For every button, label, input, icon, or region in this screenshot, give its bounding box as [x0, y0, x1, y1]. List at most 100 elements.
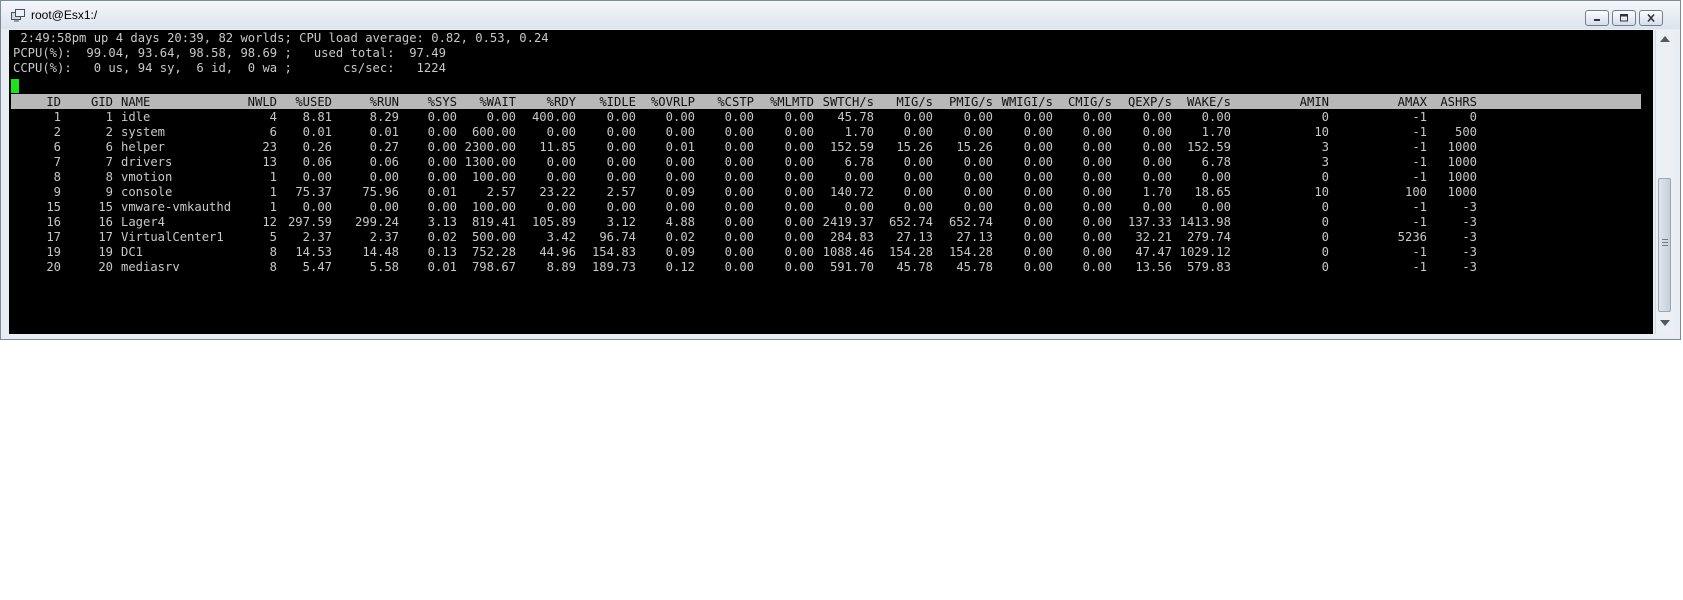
column-header-nwld: NWLD — [247, 95, 277, 109]
cell-wake-s: 1413.98 — [1179, 215, 1231, 229]
cell-id: 8 — [53, 170, 61, 184]
cell-ashrs: -3 — [1462, 245, 1477, 259]
cell-pct-run: 0.00 — [369, 170, 399, 184]
cell-amin: 10 — [1314, 185, 1329, 199]
cell-amin: 0 — [1321, 230, 1329, 244]
cell-pct-mlmtd: 0.00 — [784, 215, 814, 229]
cell-pct-wait: 2.57 — [486, 185, 516, 199]
cell-cmig-s: 0.00 — [1082, 170, 1112, 184]
cell-pct-idle: 0.00 — [606, 110, 636, 124]
cell-name: Lager4 — [121, 215, 166, 229]
column-header-pct-rdy: %RDY — [546, 95, 576, 109]
cell-pct-used: 0.06 — [302, 155, 332, 169]
cell-qexp-s: 1.70 — [1142, 185, 1172, 199]
table-row: 6 6 helper 23 0.26 0.27 0.00 2300.00 11.85 0.00 0.… — [9, 139, 1649, 155]
cell-pct-mlmtd: 0.00 — [784, 140, 814, 154]
maximize-button[interactable] — [1612, 10, 1636, 26]
scroll-up-arrow-icon[interactable] — [1660, 36, 1670, 42]
cell-amin: 3 — [1321, 140, 1329, 154]
cell-swtch-s: 0.00 — [844, 170, 874, 184]
cell-gid: 17 — [98, 230, 113, 244]
cell-pct-cstp: 0.00 — [724, 110, 754, 124]
table-row: 20 20 mediasrv 8 5.47 5.58 0.01 798.67 8.89 189.7… — [9, 259, 1649, 275]
cell-wmigi-s: 0.00 — [1023, 245, 1053, 259]
cell-swtch-s: 140.72 — [829, 185, 874, 199]
cell-wmigi-s: 0.00 — [1023, 125, 1053, 139]
terminal-window: root@Esx1:/ 2:49:58pm up 4 days 20:39, 8… — [0, 0, 1681, 340]
cell-gid: 7 — [105, 155, 113, 169]
cell-wake-s: 0.00 — [1201, 200, 1231, 214]
cell-qexp-s: 0.00 — [1142, 110, 1172, 124]
cell-pct-used: 297.59 — [287, 215, 332, 229]
cell-pct-mlmtd: 0.00 — [784, 200, 814, 214]
cell-pct-rdy: 44.96 — [539, 245, 576, 259]
cell-pct-cstp: 0.00 — [724, 170, 754, 184]
cell-amax: 5236 — [1397, 230, 1427, 244]
cell-pct-wait: 100.00 — [471, 200, 516, 214]
cell-pct-run: 0.00 — [369, 200, 399, 214]
cell-pct-mlmtd: 0.00 — [784, 170, 814, 184]
cell-pct-rdy: 0.00 — [546, 200, 576, 214]
summary-ccpu-line: CCPU(%): 0 us, 94 sy, 6 id, 0 wa ; cs/se… — [13, 61, 446, 75]
cell-qexp-s: 0.00 — [1142, 125, 1172, 139]
cell-pct-ovrlp: 0.12 — [665, 260, 695, 274]
cell-pct-run: 5.58 — [369, 260, 399, 274]
cell-mig-s: 652.74 — [888, 215, 933, 229]
cell-cmig-s: 0.00 — [1082, 155, 1112, 169]
cell-gid: 9 — [105, 185, 113, 199]
cell-pmig-s: 154.28 — [948, 245, 993, 259]
cell-amax: -1 — [1412, 260, 1427, 274]
cell-nwld: 4 — [269, 110, 277, 124]
cell-pct-used: 8.81 — [302, 110, 332, 124]
scroll-down-arrow-icon[interactable] — [1660, 320, 1670, 326]
cell-pct-used: 5.47 — [302, 260, 332, 274]
cell-id: 2 — [53, 125, 61, 139]
cell-amin: 10 — [1314, 125, 1329, 139]
terminal-output[interactable]: 2:49:58pm up 4 days 20:39, 82 worlds; CP… — [9, 30, 1653, 334]
column-header-qexp-s: QEXP/s — [1127, 95, 1172, 109]
cell-pct-sys: 0.00 — [427, 200, 457, 214]
cell-nwld: 1 — [269, 170, 277, 184]
cell-ashrs: -3 — [1462, 215, 1477, 229]
title-bar[interactable]: root@Esx1:/ — [1, 1, 1680, 29]
cell-amin: 0 — [1321, 170, 1329, 184]
cell-amax: -1 — [1412, 170, 1427, 184]
cell-pct-mlmtd: 0.00 — [784, 185, 814, 199]
cell-mig-s: 0.00 — [903, 110, 933, 124]
cell-amin: 3 — [1321, 155, 1329, 169]
cell-pct-mlmtd: 0.00 — [784, 125, 814, 139]
cell-pct-rdy: 400.00 — [531, 110, 576, 124]
cell-cmig-s: 0.00 — [1082, 185, 1112, 199]
cell-gid: 8 — [105, 170, 113, 184]
cell-swtch-s: 591.70 — [829, 260, 874, 274]
cell-pct-sys: 0.00 — [427, 140, 457, 154]
column-header-mig-s: MIG/s — [896, 95, 933, 109]
cell-wmigi-s: 0.00 — [1023, 155, 1053, 169]
cell-pct-run: 14.48 — [362, 245, 399, 259]
scrollbar-thumb[interactable] — [1658, 178, 1671, 312]
column-header-ashrs: ASHRS — [1440, 95, 1477, 109]
column-header-wake-s: WAKE/s — [1186, 95, 1231, 109]
cell-pct-wait: 600.00 — [471, 125, 516, 139]
cell-pct-rdy: 105.89 — [531, 215, 576, 229]
cell-ashrs: 1000 — [1447, 185, 1477, 199]
cell-pct-mlmtd: 0.00 — [784, 245, 814, 259]
table-row: 9 9 console 1 75.37 75.96 0.01 2.57 23.22 2.57 0.0… — [9, 184, 1649, 200]
column-header-pct-cstp: %CSTP — [717, 95, 754, 109]
cell-gid: 16 — [98, 215, 113, 229]
minimize-button[interactable] — [1585, 10, 1609, 26]
cell-amin: 0 — [1321, 215, 1329, 229]
cell-gid: 1 — [105, 110, 113, 124]
maximize-icon — [1620, 14, 1628, 22]
cell-pct-mlmtd: 0.00 — [784, 110, 814, 124]
vertical-scrollbar[interactable] — [1655, 30, 1674, 334]
cell-pct-rdy: 0.00 — [546, 170, 576, 184]
cell-ashrs: -3 — [1462, 230, 1477, 244]
cell-pct-ovrlp: 0.00 — [665, 125, 695, 139]
cell-pct-cstp: 0.00 — [724, 230, 754, 244]
cell-amax: -1 — [1412, 140, 1427, 154]
close-button[interactable] — [1639, 10, 1663, 26]
column-header-wmigi-s: WMIGI/s — [1001, 95, 1053, 109]
cell-pct-wait: 100.00 — [471, 170, 516, 184]
cell-mig-s: 27.13 — [896, 230, 933, 244]
